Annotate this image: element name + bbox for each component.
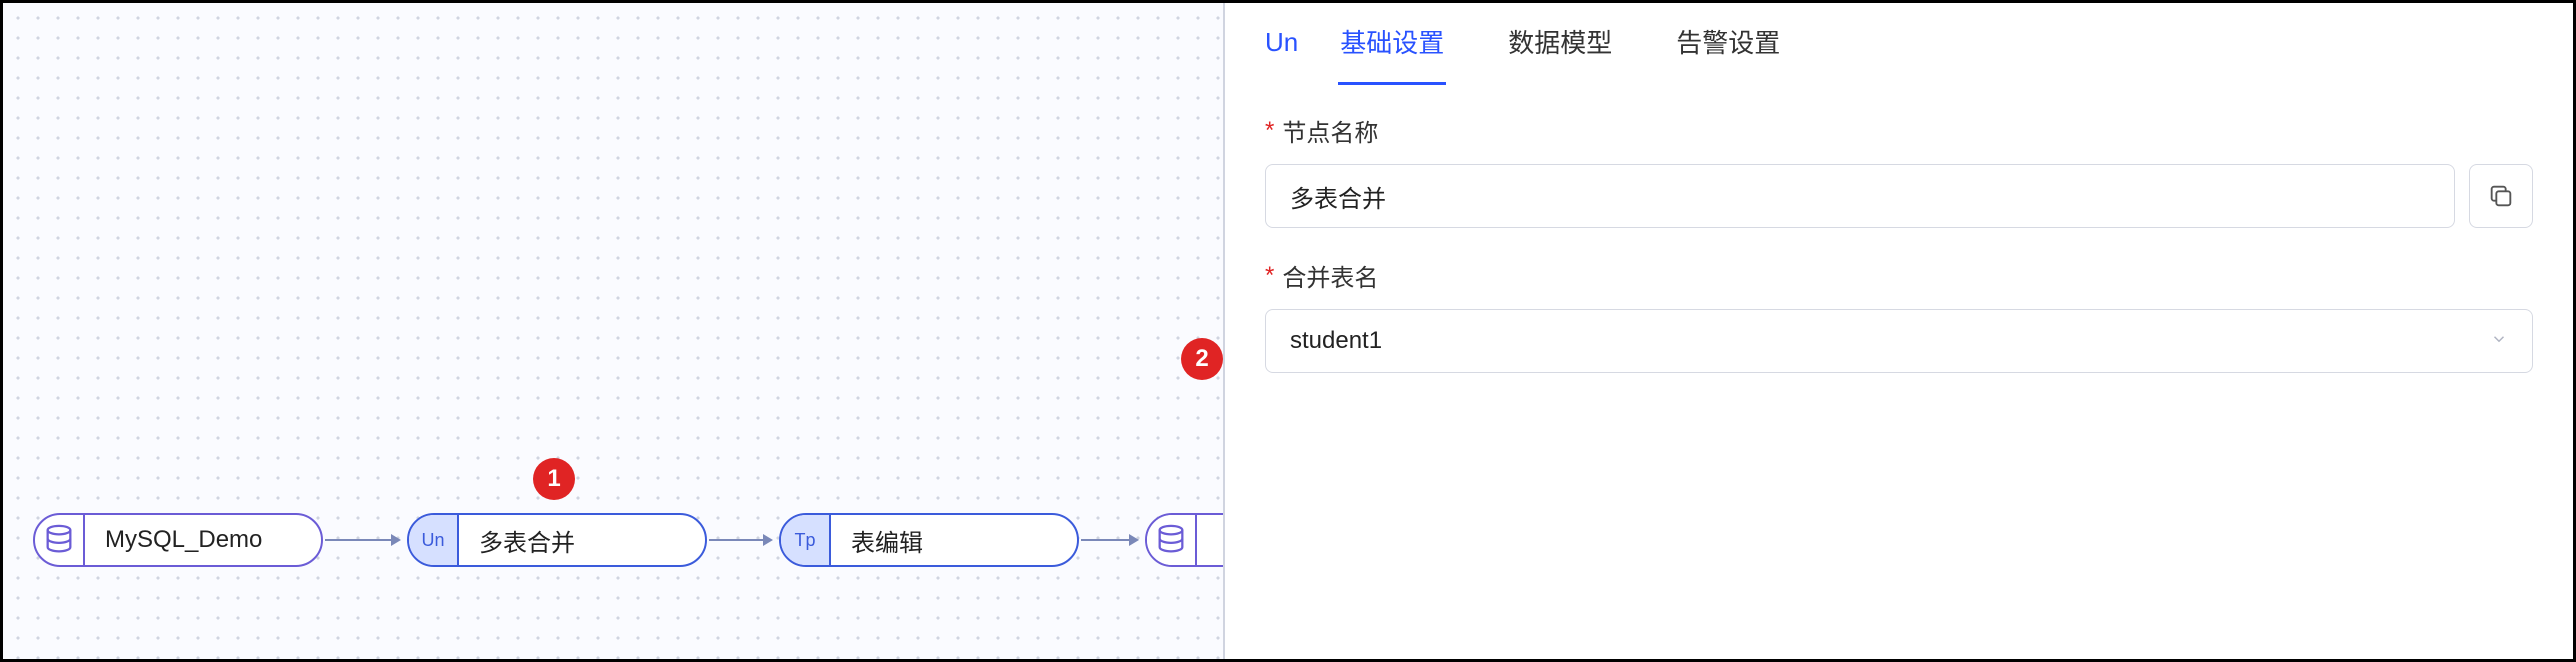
properties-panel: Un 基础设置 数据模型 告警设置 * 节点名称 * 合并表名 student — [1223, 3, 2573, 659]
node-target[interactable] — [1145, 513, 1223, 567]
field-node-name: * 节点名称 — [1265, 113, 2533, 228]
properties-tabs: Un 基础设置 数据模型 告警设置 — [1265, 3, 2533, 83]
field-merge-table-label: * 合并表名 — [1265, 258, 2533, 293]
union-icon: Un — [409, 515, 459, 565]
chevron-down-icon — [2490, 330, 2508, 353]
edge-arrow — [1081, 539, 1137, 541]
field-merge-table: * 合并表名 student1 — [1265, 258, 2533, 373]
node-merge[interactable]: Un 多表合并 — [407, 513, 707, 567]
required-asterisk: * — [1265, 262, 1274, 290]
panel-type-tag: Un — [1265, 27, 1298, 58]
database-icon — [1147, 515, 1197, 565]
node-table-edit[interactable]: Tp 表编辑 — [779, 513, 1079, 567]
edge-arrow — [709, 539, 771, 541]
tab-alert-settings[interactable]: 告警设置 — [1674, 1, 1782, 85]
node-source-label: MySQL_Demo — [85, 526, 290, 554]
edge-arrow — [325, 539, 399, 541]
tab-basic-settings[interactable]: 基础设置 — [1338, 1, 1446, 85]
flow-canvas[interactable]: MySQL_Demo Un 多表合并 1 Tp 表编辑 2 — [3, 3, 1223, 659]
node-table-edit-label: 表编辑 — [831, 523, 951, 558]
step-badge-2: 2 — [1181, 338, 1223, 380]
table-process-icon: Tp — [781, 515, 831, 565]
tab-data-model[interactable]: 数据模型 — [1506, 1, 1614, 85]
node-merge-label: 多表合并 — [459, 523, 603, 558]
merge-table-value: student1 — [1290, 327, 1382, 355]
merge-table-select[interactable]: student1 — [1265, 309, 2533, 373]
node-source[interactable]: MySQL_Demo — [33, 513, 323, 567]
copy-button[interactable] — [2469, 164, 2533, 228]
database-icon — [35, 515, 85, 565]
node-name-input[interactable] — [1265, 164, 2455, 228]
step-badge-1: 1 — [533, 458, 575, 500]
copy-icon — [2487, 182, 2515, 210]
required-asterisk: * — [1265, 117, 1274, 145]
field-node-name-label: * 节点名称 — [1265, 113, 2533, 148]
